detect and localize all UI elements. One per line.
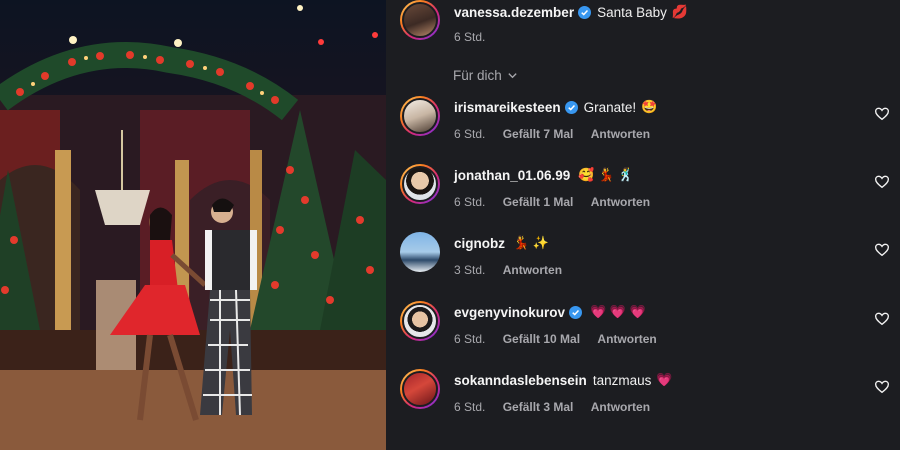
sort-label: Für dich — [453, 68, 502, 83]
floor-shadow — [0, 330, 386, 370]
reply-button[interactable]: Antworten — [503, 263, 562, 277]
verified-badge-icon — [564, 100, 578, 114]
comment-text: Granate! — [583, 99, 637, 115]
heart-outline-icon[interactable] — [874, 174, 890, 190]
comments-panel: vanessa.dezember Santa Baby 💋 6 Std. Für… — [386, 0, 900, 450]
avatar[interactable] — [400, 0, 440, 40]
pillar-left — [55, 150, 71, 330]
avatar[interactable] — [400, 369, 440, 409]
comment-emoji: 💃 ✨ — [513, 235, 549, 250]
comment-time: 6 Std. — [454, 30, 486, 44]
post-video[interactable] — [0, 0, 386, 450]
username[interactable]: irismareikesteen — [454, 100, 561, 115]
verified-badge-icon — [569, 305, 583, 319]
list-item: jonathan_01.06.99 🥰 💃 🕺 6 Std. Gefällt 1… — [400, 164, 890, 224]
comment-time: 6 Std. — [454, 127, 486, 141]
reply-button[interactable]: Antworten — [591, 127, 650, 141]
ceiling-spotlights — [69, 5, 303, 47]
avatar[interactable] — [400, 96, 440, 136]
comment-time: 3 Std. — [454, 263, 486, 277]
comment-text: tanzmaus — [592, 372, 652, 388]
comment-emoji: 🤩 — [641, 99, 658, 114]
avatar[interactable] — [400, 164, 440, 204]
likes-count[interactable]: Gefällt 10 Mal — [503, 332, 580, 346]
comment-text: Santa Baby — [597, 4, 667, 20]
username[interactable]: vanessa.dezember — [454, 5, 574, 20]
reply-button[interactable]: Antworten — [591, 400, 650, 414]
heart-outline-icon[interactable] — [874, 311, 890, 327]
username[interactable]: cignobz — [454, 236, 505, 251]
list-item: sokanndaslebensein tanzmaus 💗 6 Std. Gef… — [400, 369, 890, 429]
heart-outline-icon[interactable] — [874, 379, 890, 395]
instagram-post-view: vanessa.dezember Santa Baby 💋 6 Std. Für… — [0, 0, 900, 450]
sort-toggle[interactable]: Für dich — [453, 68, 518, 83]
verified-badge-icon — [578, 5, 592, 19]
comment-emoji: 💋 — [671, 4, 689, 19]
comment-time: 6 Std. — [454, 332, 486, 346]
heart-outline-icon[interactable] — [874, 242, 890, 258]
list-item: evgenyvinokurov 💗 💗 💗 6 Std. Gefällt 10 … — [400, 301, 890, 361]
chevron-down-icon — [508, 73, 517, 79]
red-stage-lights — [318, 32, 378, 45]
caption-comment: vanessa.dezember Santa Baby 💋 6 Std. — [400, 0, 890, 60]
avatar[interactable] — [400, 301, 440, 341]
reply-button[interactable]: Antworten — [591, 195, 650, 209]
likes-count[interactable]: Gefällt 1 Mal — [503, 195, 574, 209]
reply-button[interactable]: Antworten — [597, 332, 656, 346]
username[interactable]: sokanndaslebensein — [454, 373, 587, 388]
list-item: irismareikesteen Granate! 🤩 6 Std. Gefäl… — [400, 96, 890, 156]
likes-count[interactable]: Gefällt 3 Mal — [503, 400, 574, 414]
username[interactable]: evgenyvinokurov — [454, 305, 565, 320]
likes-count[interactable]: Gefällt 7 Mal — [503, 127, 574, 141]
comment-time: 6 Std. — [454, 195, 486, 209]
comment-time: 6 Std. — [454, 400, 486, 414]
username[interactable]: jonathan_01.06.99 — [454, 168, 570, 183]
comment-emoji: 💗 💗 💗 — [590, 304, 646, 319]
list-item: cignobz 💃 ✨ 3 Std. Antworten — [400, 232, 890, 292]
avatar[interactable] — [400, 232, 440, 272]
comment-emoji: 🥰 💃 🕺 — [578, 167, 635, 182]
comment-emoji: 💗 — [656, 372, 673, 387]
heart-outline-icon[interactable] — [874, 106, 890, 122]
dance-scene-illustration — [0, 5, 386, 450]
